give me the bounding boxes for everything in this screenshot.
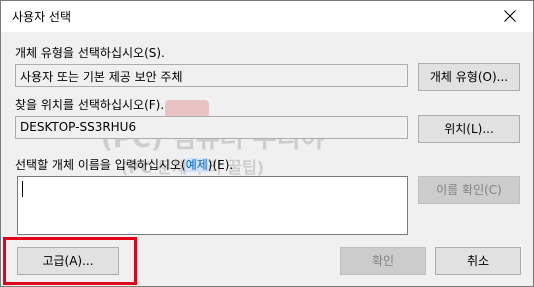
names-label-suffix: )(E). — [207, 158, 234, 172]
title-bar: 사용자 선택 — [1, 1, 533, 32]
check-names-button[interactable]: 이름 확인(C) — [418, 176, 520, 204]
examples-link[interactable]: 예제 — [185, 158, 208, 172]
dialog-body: (PC) 컴퓨터 수리야 (PC 문제 수리 꿀팁) 개체 유형을 선택하십시오… — [1, 32, 533, 286]
text-caret — [22, 181, 23, 197]
cancel-button[interactable]: 취소 — [435, 247, 521, 275]
location-field: DESKTOP-SS3RHU6 — [15, 116, 408, 139]
dialog-title: 사용자 선택 — [12, 10, 72, 24]
names-label: 선택할 개체 이름을 입력하십시오(예제)(E). — [15, 156, 233, 173]
names-label-prefix: 선택할 개체 이름을 입력하십시오( — [15, 158, 186, 172]
ok-button[interactable]: 확인 — [340, 247, 426, 275]
object-type-label: 개체 유형을 선택하십시오(S). — [15, 46, 165, 60]
object-type-field: 사용자 또는 기본 제공 보안 주체 — [15, 64, 408, 87]
select-users-dialog: 사용자 선택 (PC) 컴퓨터 수리야 (PC 문제 수리 꿀팁) 개체 유형을… — [0, 0, 534, 287]
close-button[interactable] — [487, 1, 533, 32]
close-icon — [504, 10, 516, 22]
locations-button[interactable]: 위치(L)... — [418, 115, 520, 143]
location-label: 찾을 위치를 선택하십시오(F). — [15, 98, 165, 112]
object-types-button[interactable]: 개체 유형(O)... — [418, 63, 520, 91]
object-names-input[interactable] — [17, 176, 408, 235]
advanced-highlight-box — [3, 237, 137, 285]
